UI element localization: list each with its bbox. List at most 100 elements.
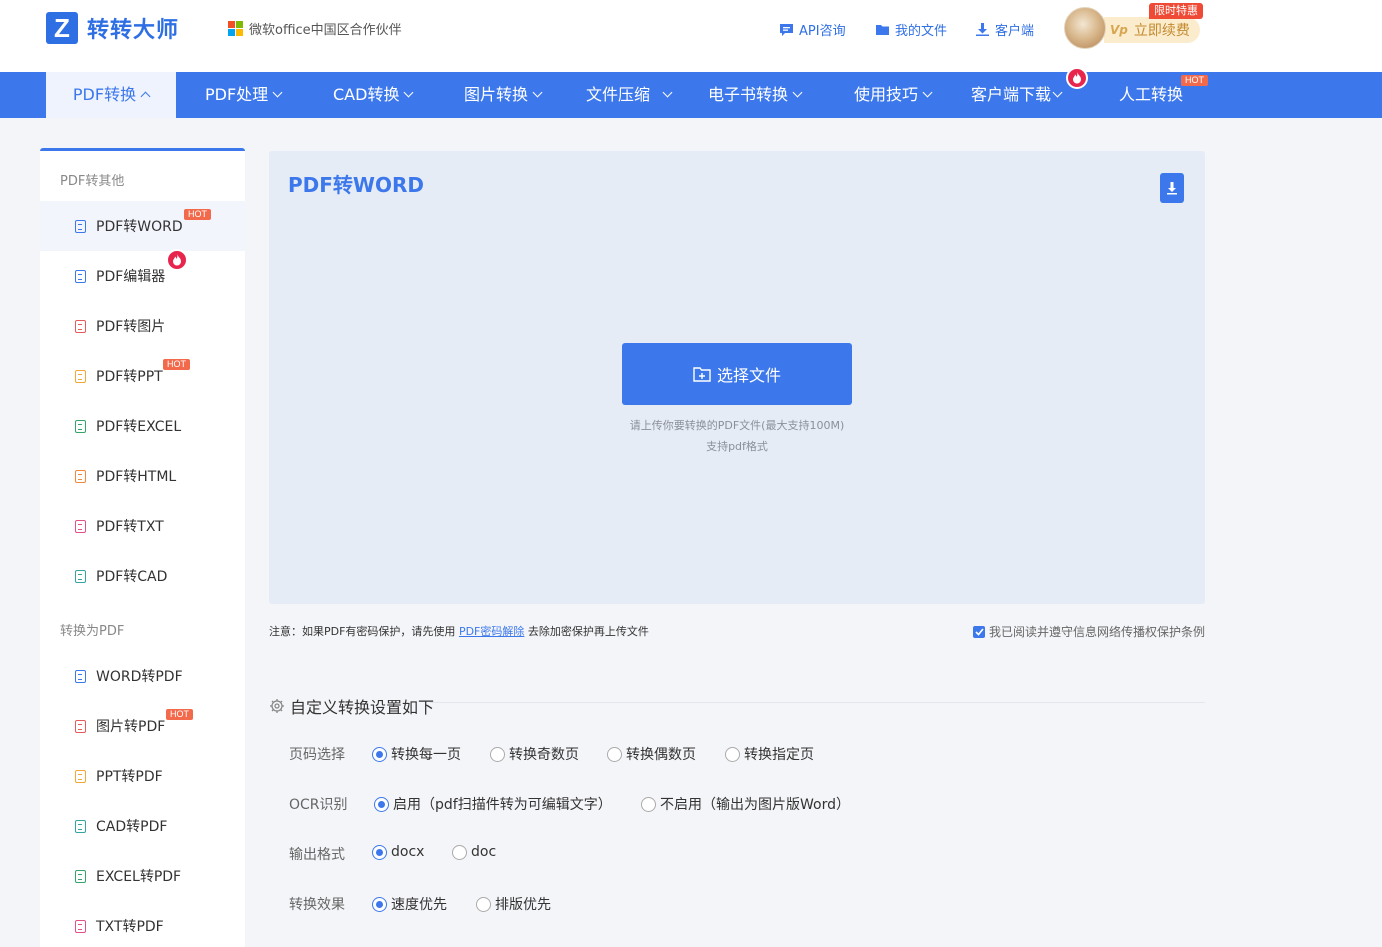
api-consult-label: API咨询 bbox=[799, 24, 846, 39]
nav-client-download[interactable]: 客户端下载 bbox=[971, 72, 1063, 118]
nav-manual-convert[interactable]: 人工转换 bbox=[1119, 72, 1183, 118]
radio-label: 排版优先 bbox=[495, 897, 551, 913]
sidebar-item-image-to-pdf[interactable]: 图片转PDF bbox=[40, 701, 245, 751]
sidebar-item-pdf-to-word[interactable]: PDF转WORD bbox=[40, 201, 245, 251]
choose-file-button[interactable]: 选择文件 bbox=[622, 343, 852, 405]
chevron-down-icon bbox=[1052, 87, 1063, 98]
nav-image-convert[interactable]: 图片转换 bbox=[464, 72, 543, 118]
radio-ocr-off[interactable]: 不启用（输出为图片版Word） bbox=[641, 794, 850, 814]
folder-add-icon bbox=[693, 367, 711, 382]
sidebar-item-pdf-to-excel[interactable]: PDF转EXCEL bbox=[40, 401, 245, 451]
agree-label: 我已阅读并遵守信息网络传播权保护条例 bbox=[989, 625, 1206, 639]
sidebar-item-excel-to-pdf[interactable]: EXCEL转PDF bbox=[40, 851, 245, 901]
convert-effect-label: 转换效果 bbox=[289, 897, 345, 913]
upload-dropzone[interactable]: PDF转WORD 选择文件 请上传你要转换的PDF文件(最大支持100M) 支持… bbox=[269, 151, 1205, 604]
txt-file-icon bbox=[75, 919, 86, 933]
upload-hint: 请上传你要转换的PDF文件(最大支持100M) bbox=[629, 419, 845, 432]
sidebar-item-label: 图片转PDF bbox=[96, 719, 166, 735]
nav-label: PDF处理 bbox=[205, 85, 269, 104]
radio-even-pages[interactable]: 转换偶数页 bbox=[607, 744, 696, 764]
radio-docx[interactable]: docx bbox=[372, 844, 424, 860]
top-header: Z 转转大师 微软office中国区合作伙伴 API咨询 我的文件 客户端 Vp… bbox=[0, 0, 1382, 72]
sidebar-item-pdf-to-ppt[interactable]: PDF转PPT bbox=[40, 351, 245, 401]
sidebar-item-label: EXCEL转PDF bbox=[96, 869, 182, 885]
download-button[interactable] bbox=[1160, 173, 1184, 203]
radio-ocr-on[interactable]: 启用（pdf扫描件转为可编辑文字） bbox=[374, 794, 612, 814]
sidebar-item-pdf-to-html[interactable]: PDF转HTML bbox=[40, 451, 245, 501]
sidebar-item-pdf-editor[interactable]: PDF编辑器 bbox=[40, 251, 245, 301]
chevron-down-icon bbox=[662, 87, 673, 98]
fire-icon bbox=[166, 249, 188, 271]
radio-dot bbox=[725, 746, 740, 762]
nav-cad-convert[interactable]: CAD转换 bbox=[333, 72, 414, 118]
agree-checkbox[interactable] bbox=[973, 625, 985, 638]
sidebar-item-pdf-to-image[interactable]: PDF转图片 bbox=[40, 301, 245, 351]
api-consult-link[interactable]: API咨询 bbox=[779, 20, 846, 39]
download-icon bbox=[976, 23, 989, 36]
radio-label: 不启用（输出为图片版Word） bbox=[660, 797, 850, 813]
radio-layout-first[interactable]: 排版优先 bbox=[476, 894, 551, 914]
document-icon bbox=[75, 219, 86, 233]
sidebar-item-word-to-pdf[interactable]: WORD转PDF bbox=[40, 651, 245, 701]
cad-file-icon bbox=[75, 819, 86, 833]
sidebar-item-label: PDF转TXT bbox=[96, 519, 164, 535]
chevron-down-icon bbox=[272, 87, 283, 98]
word-file-icon bbox=[75, 669, 86, 683]
nav-pdf-process[interactable]: PDF处理 bbox=[205, 72, 283, 118]
sidebar-item-txt-to-pdf[interactable]: TXT转PDF bbox=[40, 901, 245, 947]
sidebar-item-label: PDF转EXCEL bbox=[96, 419, 182, 435]
chat-icon bbox=[780, 24, 793, 36]
avatar[interactable] bbox=[1064, 7, 1106, 49]
hot-badge: HOT bbox=[184, 209, 211, 220]
my-files-link[interactable]: 我的文件 bbox=[875, 20, 947, 39]
sidebar-item-pdf-to-cad[interactable]: PDF转CAD bbox=[40, 551, 245, 601]
agree-terms[interactable]: 我已阅读并遵守信息网络传播权保护条例 bbox=[973, 623, 1205, 640]
logo[interactable]: Z 转转大师 bbox=[46, 12, 179, 44]
partner-text: 微软office中国区合作伙伴 bbox=[249, 23, 402, 38]
renew-vip-button[interactable]: Vp 立即续费 bbox=[1104, 17, 1200, 43]
password-notice: 注意：如果PDF有密码保护，请先使用 PDF密码解除 去除加密保护再上传文件 bbox=[269, 623, 649, 639]
hot-badge: HOT bbox=[1181, 75, 1208, 86]
nav-tips[interactable]: 使用技巧 bbox=[854, 72, 933, 118]
radio-odd-pages[interactable]: 转换奇数页 bbox=[490, 744, 579, 764]
page-title: PDF转WORD bbox=[288, 173, 424, 197]
sidebar-item-label: PDF编辑器 bbox=[96, 269, 166, 285]
radio-dot bbox=[372, 746, 387, 762]
chevron-up-icon bbox=[140, 91, 151, 102]
client-link[interactable]: 客户端 bbox=[975, 20, 1034, 39]
settings-title: 自定义转换设置如下 bbox=[290, 698, 435, 717]
radio-all-pages[interactable]: 转换每一页 bbox=[372, 744, 461, 764]
format-hint: 支持pdf格式 bbox=[706, 440, 768, 453]
nav-file-compress[interactable]: 文件压缩 bbox=[586, 72, 673, 118]
logo-text: 转转大师 bbox=[87, 18, 180, 43]
notice-suffix: 去除加密保护再上传文件 bbox=[527, 625, 649, 638]
hot-badge: HOT bbox=[163, 359, 190, 370]
radio-dot bbox=[452, 844, 467, 860]
cad-file-icon bbox=[75, 569, 86, 583]
promo-badge: 限时特惠 bbox=[1149, 3, 1203, 19]
radio-dot bbox=[476, 896, 491, 912]
radio-dot bbox=[374, 796, 389, 812]
radio-dot bbox=[641, 796, 656, 812]
ppt-file-icon bbox=[75, 769, 86, 783]
radio-label: 速度优先 bbox=[391, 897, 447, 913]
monitor-icon bbox=[75, 269, 86, 283]
my-files-label: 我的文件 bbox=[895, 24, 948, 39]
radio-specific-pages[interactable]: 转换指定页 bbox=[725, 744, 814, 764]
nav-label: PDF转换 bbox=[72, 85, 137, 104]
radio-label: 转换偶数页 bbox=[626, 747, 696, 763]
sidebar-item-ppt-to-pdf[interactable]: PPT转PDF bbox=[40, 751, 245, 801]
txt-file-icon bbox=[75, 519, 86, 533]
sidebar-item-cad-to-pdf[interactable]: CAD转PDF bbox=[40, 801, 245, 851]
nav-label: 文件压缩 bbox=[586, 85, 651, 104]
pdf-unlock-link[interactable]: PDF密码解除 bbox=[459, 625, 524, 638]
radio-doc[interactable]: doc bbox=[452, 844, 496, 860]
nav-pdf-convert[interactable]: PDF转换 bbox=[46, 72, 176, 118]
chevron-down-icon bbox=[532, 87, 543, 98]
nav-ebook-convert[interactable]: 电子书转换 bbox=[708, 72, 803, 118]
radio-speed-first[interactable]: 速度优先 bbox=[372, 894, 447, 914]
sidebar-item-label: PDF转HTML bbox=[96, 469, 177, 485]
main-nav: PDF转换 PDF处理 CAD转换 图片转换 文件压缩 电子书转换 使用技巧 客… bbox=[0, 67, 1382, 118]
image-file-icon bbox=[75, 719, 86, 733]
sidebar-item-pdf-to-txt[interactable]: PDF转TXT bbox=[40, 501, 245, 551]
